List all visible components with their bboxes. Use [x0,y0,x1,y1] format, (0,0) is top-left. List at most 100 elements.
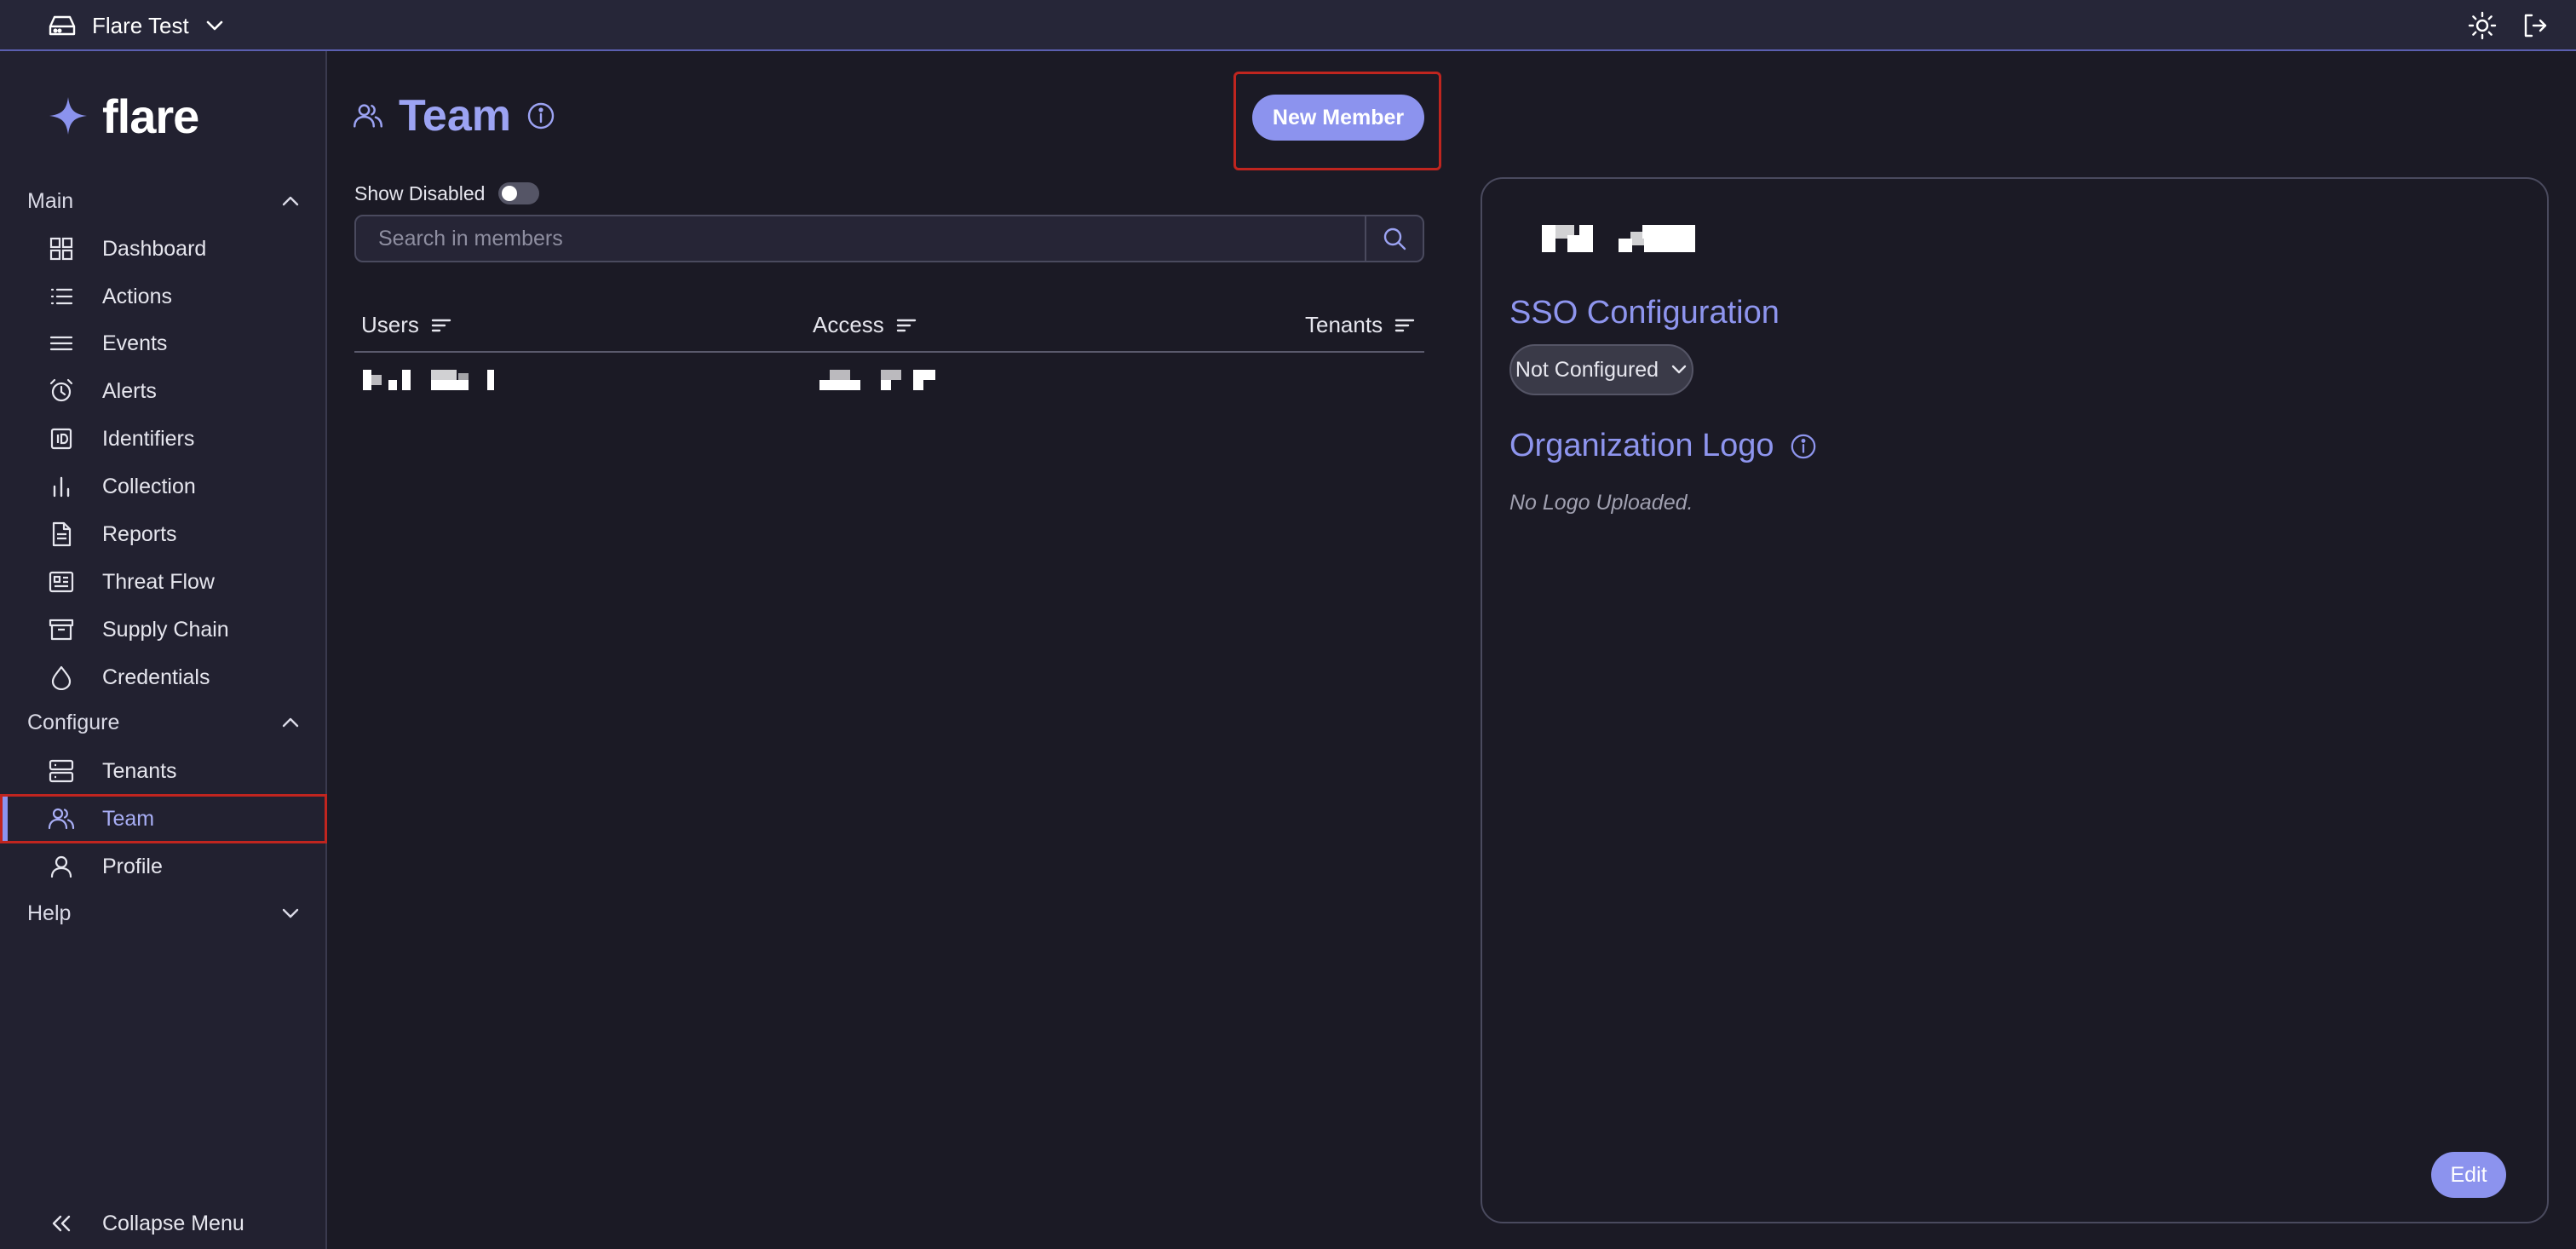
table-header: Users Access Tenants [354,305,1424,353]
sidebar-item-label: Events [102,331,168,355]
sidebar-item-label: Identifiers [102,426,195,451]
chevron-down-icon [204,19,225,32]
redacted-access-level [819,370,939,392]
sidebar-item-events[interactable]: Events [0,319,327,367]
sidebar-item-credentials[interactable]: Credentials [0,653,327,701]
sun-icon[interactable] [2462,5,2503,46]
sso-heading-text: SSO Configuration [1509,295,1780,331]
document-icon [46,519,77,550]
section-configure[interactable]: Configure [27,705,300,740]
chevron-down-icon [1670,364,1688,376]
users-icon [46,803,77,834]
chevron-up-icon [281,195,300,207]
sidebar-item-actions[interactable]: Actions [0,273,327,320]
show-disabled-control: Show Disabled [354,179,540,208]
column-header-access[interactable]: Access [813,312,917,338]
bar-chart-icon [46,471,77,502]
sparkle-icon [48,95,89,136]
collapse-menu-label: Collapse Menu [102,1211,244,1235]
column-header-users[interactable]: Users [361,312,451,338]
sidebar-item-dashboard[interactable]: Dashboard [0,225,327,273]
sso-configuration-heading: SSO Configuration [1509,295,1780,331]
search-input[interactable] [356,216,1365,261]
no-logo-text: No Logo Uploaded. [1509,491,1693,515]
sidebar-item-label: Dashboard [102,236,207,261]
menu-lines-icon [46,328,77,359]
sidebar-item-identifiers[interactable]: Identifiers [0,415,327,463]
sidebar-item-label: Tenants [102,758,177,783]
sidebar-item-alerts[interactable]: Alerts [0,367,327,415]
brand-name: flare [102,89,199,143]
org-name: Flare Test [92,12,189,38]
column-header-label: Users [361,312,419,337]
sso-configuration-dropdown[interactable]: Not Configured [1509,344,1693,395]
redacted-organization-name [1542,220,1712,254]
show-disabled-toggle[interactable] [498,182,540,204]
server-icon [46,756,77,786]
sidebar-item-team[interactable]: Team [0,794,327,843]
column-header-label: Access [813,312,884,337]
sidebar-item-profile[interactable]: Profile [0,843,327,890]
section-help[interactable]: Help [27,896,300,930]
sidebar-item-label: Credentials [102,665,210,689]
sidebar-item-label: Team [102,806,155,831]
sidebar-item-tenants[interactable]: Tenants [0,747,327,795]
archive-box-icon [46,614,77,645]
chevrons-left-icon [46,1208,77,1239]
table-row[interactable] [354,353,1424,409]
sidebar-item-label: Reports [102,521,177,546]
sso-dropdown-value: Not Configured [1515,357,1659,382]
members-table: Users Access Tenants [354,305,1424,409]
droplet-icon [46,662,77,693]
list-icon [46,281,77,312]
redacted-user-name [363,370,499,392]
user-icon [46,851,77,882]
users-icon [353,102,383,130]
page-title: Team [399,91,511,141]
sidebar-item-reports[interactable]: Reports [0,510,327,558]
sidebar-item-threat-flow[interactable]: Threat Flow [0,558,327,606]
edit-button[interactable]: Edit [2431,1152,2506,1198]
logo-heading-text: Organization Logo [1509,428,1774,463]
brand-logo[interactable]: flare [48,82,199,150]
sidebar-item-label: Threat Flow [102,569,215,594]
search-box [354,215,1424,262]
section-main-label: Main [27,188,74,213]
search-icon [1382,226,1407,251]
sidebar-item-label: Actions [102,284,172,308]
sidebar-item-label: Collection [102,474,196,498]
organization-panel: SSO Configuration Not Configured Organiz… [1481,177,2549,1223]
sidebar-item-label: Supply Chain [102,617,229,642]
sidebar: flare Main Dashboard Actions Events Aler… [0,51,327,1249]
logout-icon[interactable] [2515,5,2556,46]
sidebar-item-supply-chain[interactable]: Supply Chain [0,606,327,653]
sort-icon [896,317,917,334]
sidebar-item-collection[interactable]: Collection [0,463,327,510]
id-card-icon [46,423,77,454]
drive-icon [48,13,77,38]
sort-icon [431,317,451,334]
section-help-label: Help [27,901,72,925]
section-configure-label: Configure [27,710,120,734]
sidebar-item-label: Profile [102,854,163,878]
newspaper-icon [46,567,77,597]
new-member-button[interactable]: New Member [1252,95,1424,141]
chevron-up-icon [281,717,300,728]
section-main[interactable]: Main [27,184,300,218]
info-icon[interactable] [1790,433,1817,460]
page-header: Team [353,89,555,143]
sidebar-item-label: Alerts [102,378,157,403]
grid-icon [46,233,77,264]
sort-icon [1394,317,1415,334]
org-switcher[interactable]: Flare Test [48,5,225,46]
alarm-clock-icon [46,376,77,406]
show-disabled-label: Show Disabled [354,181,486,204]
column-header-label: Tenants [1305,312,1383,337]
column-header-tenants[interactable]: Tenants [1305,312,1415,338]
chevron-down-icon [281,907,300,919]
collapse-menu-button[interactable]: Collapse Menu [0,1200,327,1247]
organization-logo-heading: Organization Logo [1509,428,1817,464]
info-icon[interactable] [526,101,555,130]
search-button[interactable] [1365,216,1423,261]
top-bar: Flare Test [0,0,2576,51]
